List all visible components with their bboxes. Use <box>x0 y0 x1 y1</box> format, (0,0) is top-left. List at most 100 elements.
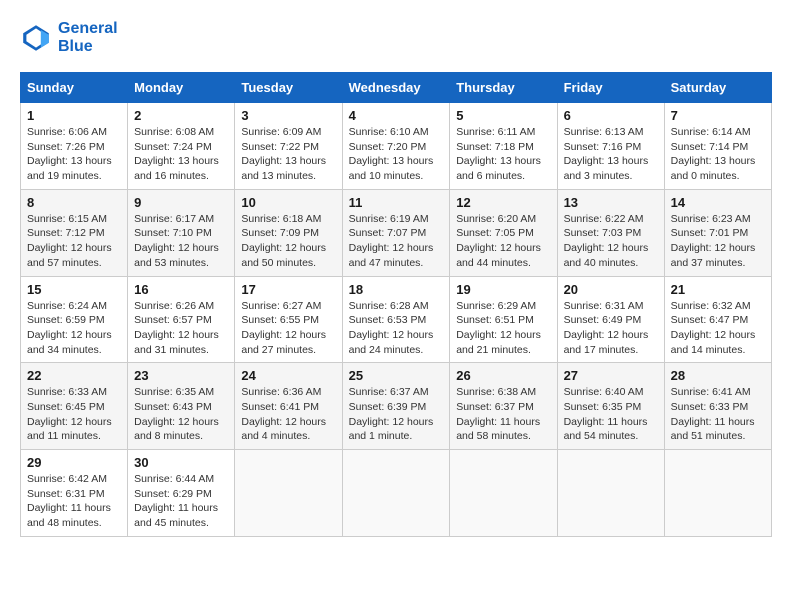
day-info: Sunrise: 6:06 AMSunset: 7:26 PMDaylight:… <box>27 125 121 184</box>
calendar-cell: 11Sunrise: 6:19 AMSunset: 7:07 PMDayligh… <box>342 189 450 276</box>
day-info: Sunrise: 6:22 AMSunset: 7:03 PMDaylight:… <box>564 212 658 271</box>
day-info: Sunrise: 6:23 AMSunset: 7:01 PMDaylight:… <box>671 212 765 271</box>
day-info: Sunrise: 6:15 AMSunset: 7:12 PMDaylight:… <box>27 212 121 271</box>
calendar-cell: 5Sunrise: 6:11 AMSunset: 7:18 PMDaylight… <box>450 103 557 190</box>
day-number: 12 <box>456 195 550 210</box>
calendar-cell: 20 Sunrise: 6:31 AMSunset: 6:49 PMDayligh… <box>557 276 664 363</box>
calendar-cell: 13 Sunrise: 6:22 AMSunset: 7:03 PMDayligh… <box>557 189 664 276</box>
day-info: Sunrise: 6:28 AMSunset: 6:53 PMDaylight:… <box>349 299 444 358</box>
day-number: 8 <box>27 195 121 210</box>
day-info: Sunrise: 6:35 AMSunset: 6:43 PMDaylight:… <box>134 385 228 444</box>
calendar-cell: 23 Sunrise: 6:35 AMSunset: 6:43 PMDayligh… <box>128 363 235 450</box>
day-info: Sunrise: 6:32 AMSunset: 6:47 PMDaylight:… <box>671 299 765 358</box>
day-info: Sunrise: 6:40 AMSunset: 6:35 PMDaylight:… <box>564 385 658 444</box>
column-header-friday: Friday <box>557 73 664 103</box>
column-header-monday: Monday <box>128 73 235 103</box>
day-number: 27 <box>564 368 658 383</box>
calendar-cell: 8 Sunrise: 6:15 AMSunset: 7:12 PMDaylight… <box>21 189 128 276</box>
day-number: 26 <box>456 368 550 383</box>
day-info: Sunrise: 6:11 AMSunset: 7:18 PMDaylight:… <box>456 125 550 184</box>
calendar-cell: 26 Sunrise: 6:38 AMSunset: 6:37 PMDayligh… <box>450 363 557 450</box>
day-number: 7 <box>671 108 765 123</box>
calendar-cell: 2 Sunrise: 6:08 AMSunset: 7:24 PMDaylight… <box>128 103 235 190</box>
calendar-cell: 10 Sunrise: 6:18 AMSunset: 7:09 PMDayligh… <box>235 189 342 276</box>
column-header-thursday: Thursday <box>450 73 557 103</box>
column-header-tuesday: Tuesday <box>235 73 342 103</box>
day-info: Sunrise: 6:19 AMSunset: 7:07 PMDaylight:… <box>349 212 444 271</box>
day-number: 30 <box>134 455 228 470</box>
calendar-week-row: 8 Sunrise: 6:15 AMSunset: 7:12 PMDaylight… <box>21 189 772 276</box>
day-info: Sunrise: 6:42 AMSunset: 6:31 PMDaylight:… <box>27 472 121 531</box>
day-info: Sunrise: 6:10 AMSunset: 7:20 PMDaylight:… <box>349 125 444 184</box>
logo-icon <box>20 22 52 54</box>
calendar-cell: 4 Sunrise: 6:10 AMSunset: 7:20 PMDaylight… <box>342 103 450 190</box>
calendar-cell: 9 Sunrise: 6:17 AMSunset: 7:10 PMDaylight… <box>128 189 235 276</box>
day-number: 3 <box>241 108 335 123</box>
day-info: Sunrise: 6:17 AMSunset: 7:10 PMDaylight:… <box>134 212 228 271</box>
day-number: 28 <box>671 368 765 383</box>
day-number: 16 <box>134 282 228 297</box>
day-info: Sunrise: 6:08 AMSunset: 7:24 PMDaylight:… <box>134 125 228 184</box>
calendar-cell: 1 Sunrise: 6:06 AMSunset: 7:26 PMDaylight… <box>21 103 128 190</box>
calendar-cell: 14Sunrise: 6:23 AMSunset: 7:01 PMDayligh… <box>664 189 771 276</box>
calendar-cell: 27 Sunrise: 6:40 AMSunset: 6:35 PMDayligh… <box>557 363 664 450</box>
calendar-week-row: 29 Sunrise: 6:42 AMSunset: 6:31 PMDayligh… <box>21 450 772 537</box>
day-number: 4 <box>349 108 444 123</box>
calendar-cell: 16 Sunrise: 6:26 AMSunset: 6:57 PMDayligh… <box>128 276 235 363</box>
day-number: 22 <box>27 368 121 383</box>
day-number: 15 <box>27 282 121 297</box>
day-info: Sunrise: 6:31 AMSunset: 6:49 PMDaylight:… <box>564 299 658 358</box>
calendar-cell: 22 Sunrise: 6:33 AMSunset: 6:45 PMDayligh… <box>21 363 128 450</box>
calendar-cell <box>664 450 771 537</box>
calendar-cell: 24 Sunrise: 6:36 AMSunset: 6:41 PMDayligh… <box>235 363 342 450</box>
calendar-cell <box>557 450 664 537</box>
day-info: Sunrise: 6:36 AMSunset: 6:41 PMDaylight:… <box>241 385 335 444</box>
day-number: 29 <box>27 455 121 470</box>
calendar-week-row: 15 Sunrise: 6:24 AMSunset: 6:59 PMDayligh… <box>21 276 772 363</box>
day-info: Sunrise: 6:18 AMSunset: 7:09 PMDaylight:… <box>241 212 335 271</box>
day-info: Sunrise: 6:38 AMSunset: 6:37 PMDaylight:… <box>456 385 550 444</box>
day-number: 25 <box>349 368 444 383</box>
calendar-cell: 25Sunrise: 6:37 AMSunset: 6:39 PMDayligh… <box>342 363 450 450</box>
day-info: Sunrise: 6:09 AMSunset: 7:22 PMDaylight:… <box>241 125 335 184</box>
calendar-week-row: 1 Sunrise: 6:06 AMSunset: 7:26 PMDaylight… <box>21 103 772 190</box>
calendar-header-row: SundayMondayTuesdayWednesdayThursdayFrid… <box>21 73 772 103</box>
calendar-cell: 28Sunrise: 6:41 AMSunset: 6:33 PMDayligh… <box>664 363 771 450</box>
calendar-cell: 12Sunrise: 6:20 AMSunset: 7:05 PMDayligh… <box>450 189 557 276</box>
day-info: Sunrise: 6:33 AMSunset: 6:45 PMDaylight:… <box>27 385 121 444</box>
day-number: 10 <box>241 195 335 210</box>
day-info: Sunrise: 6:27 AMSunset: 6:55 PMDaylight:… <box>241 299 335 358</box>
day-number: 13 <box>564 195 658 210</box>
day-info: Sunrise: 6:14 AMSunset: 7:14 PMDaylight:… <box>671 125 765 184</box>
calendar-week-row: 22 Sunrise: 6:33 AMSunset: 6:45 PMDayligh… <box>21 363 772 450</box>
day-number: 21 <box>671 282 765 297</box>
calendar-cell: 6Sunrise: 6:13 AMSunset: 7:16 PMDaylight… <box>557 103 664 190</box>
day-number: 17 <box>241 282 335 297</box>
calendar-cell: 17 Sunrise: 6:27 AMSunset: 6:55 PMDayligh… <box>235 276 342 363</box>
calendar-cell: 18Sunrise: 6:28 AMSunset: 6:53 PMDayligh… <box>342 276 450 363</box>
day-info: Sunrise: 6:24 AMSunset: 6:59 PMDaylight:… <box>27 299 121 358</box>
logo-text: General Blue <box>58 20 118 56</box>
day-number: 1 <box>27 108 121 123</box>
calendar-cell: 21 Sunrise: 6:32 AMSunset: 6:47 PMDayligh… <box>664 276 771 363</box>
calendar-cell: 7 Sunrise: 6:14 AMSunset: 7:14 PMDaylight… <box>664 103 771 190</box>
day-number: 6 <box>564 108 658 123</box>
day-number: 20 <box>564 282 658 297</box>
day-number: 23 <box>134 368 228 383</box>
day-number: 19 <box>456 282 550 297</box>
page-header: General Blue <box>20 20 772 56</box>
calendar-cell: 19 Sunrise: 6:29 AMSunset: 6:51 PMDayligh… <box>450 276 557 363</box>
day-number: 2 <box>134 108 228 123</box>
day-number: 9 <box>134 195 228 210</box>
calendar-cell <box>450 450 557 537</box>
day-info: Sunrise: 6:44 AMSunset: 6:29 PMDaylight:… <box>134 472 228 531</box>
calendar-table: SundayMondayTuesdayWednesdayThursdayFrid… <box>20 72 772 537</box>
day-number: 24 <box>241 368 335 383</box>
calendar-cell: 15 Sunrise: 6:24 AMSunset: 6:59 PMDayligh… <box>21 276 128 363</box>
calendar-cell: 30 Sunrise: 6:44 AMSunset: 6:29 PMDayligh… <box>128 450 235 537</box>
logo: General Blue <box>20 20 118 56</box>
day-info: Sunrise: 6:29 AMSunset: 6:51 PMDaylight:… <box>456 299 550 358</box>
column-header-saturday: Saturday <box>664 73 771 103</box>
column-header-sunday: Sunday <box>21 73 128 103</box>
day-info: Sunrise: 6:26 AMSunset: 6:57 PMDaylight:… <box>134 299 228 358</box>
